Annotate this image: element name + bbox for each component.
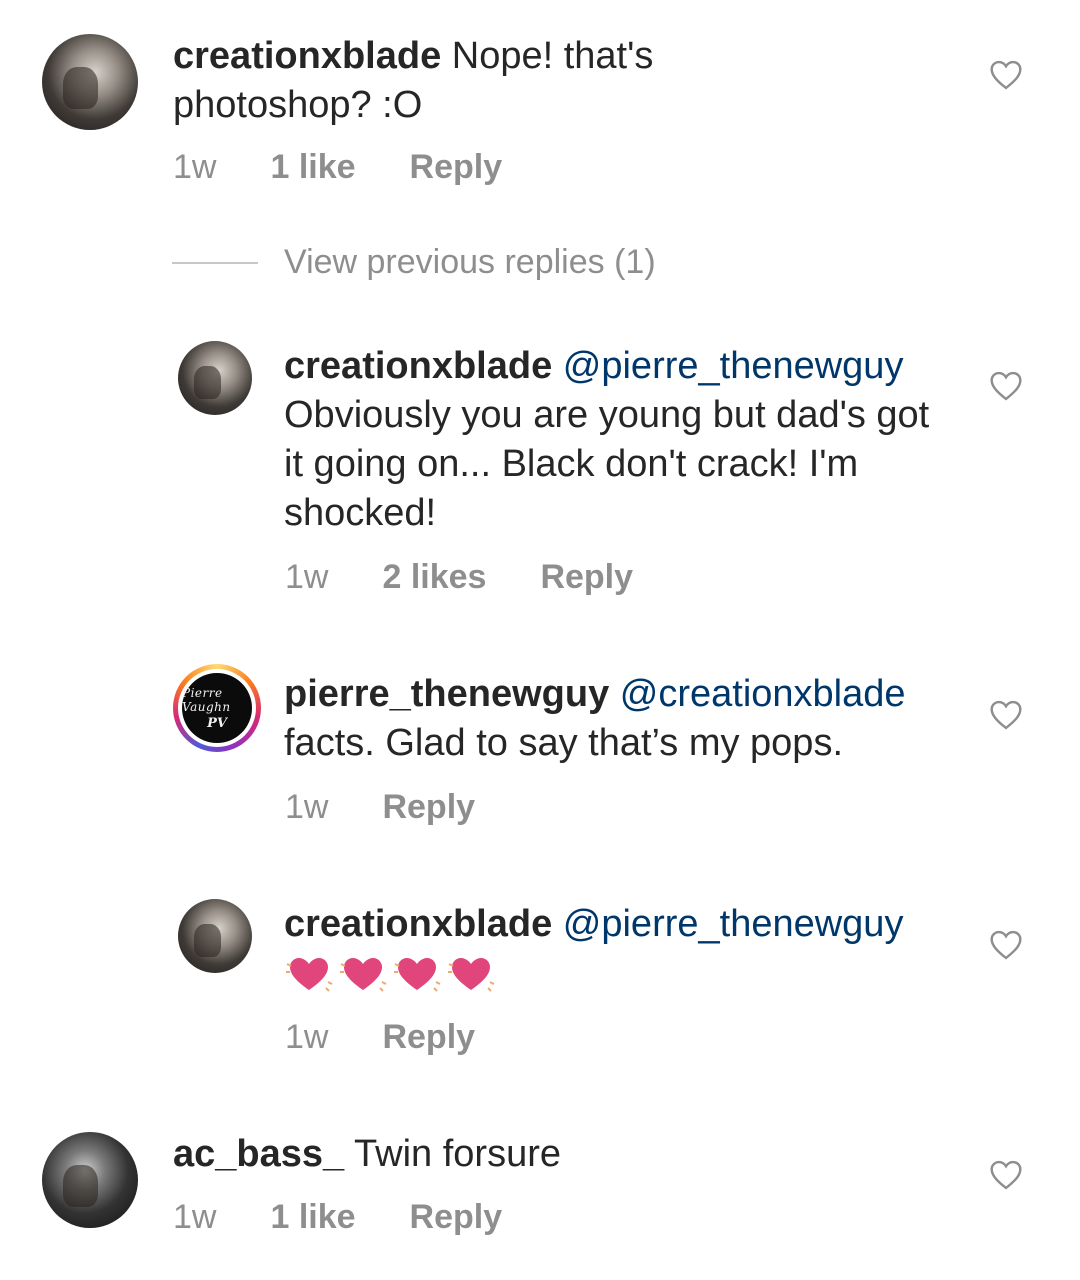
- reply-button[interactable]: Reply: [382, 788, 475, 827]
- avatar-signature: Pierre Vaughn: [182, 685, 231, 714]
- comment-likes[interactable]: 2 likes: [382, 558, 486, 597]
- avatar[interactable]: [42, 1132, 138, 1228]
- reply-button[interactable]: Reply: [382, 1018, 475, 1057]
- comment-body: facts. Glad to say that’s my pops.: [284, 722, 843, 764]
- avatar-story-ring[interactable]: Pierre Vaughn PV: [173, 664, 261, 752]
- comment-text: ac_bass_ Twin forsure: [173, 1130, 873, 1179]
- comment-username[interactable]: pierre_thenewguy: [284, 673, 609, 715]
- comment-meta: 1w 2 likes Reply: [285, 558, 633, 597]
- avatar[interactable]: [178, 341, 252, 415]
- comment-likes[interactable]: 1 like: [270, 1198, 355, 1237]
- comment-meta: 1w Reply: [285, 788, 475, 827]
- avatar[interactable]: [42, 34, 138, 130]
- beating-heart-emoji: [394, 958, 441, 992]
- comment-username[interactable]: ac_bass_: [173, 1133, 344, 1175]
- mention-link[interactable]: @creationxblade: [620, 673, 906, 715]
- avatar-logo: Pierre Vaughn PV: [182, 673, 252, 743]
- comment-username[interactable]: creationxblade: [173, 35, 441, 77]
- view-previous-replies[interactable]: View previous replies (1): [172, 243, 656, 282]
- mention-link[interactable]: @pierre_thenewguy: [563, 903, 904, 945]
- reply-button[interactable]: Reply: [410, 148, 503, 187]
- heart-outline-icon[interactable]: [989, 371, 1023, 401]
- avatar[interactable]: [178, 899, 252, 973]
- comment-age: 1w: [285, 558, 329, 596]
- reply-button[interactable]: Reply: [410, 1198, 503, 1237]
- heart-outline-icon[interactable]: [989, 1160, 1023, 1190]
- heart-outline-icon[interactable]: [989, 930, 1023, 960]
- comment-age: 1w: [285, 1018, 329, 1056]
- comment-meta: 1w Reply: [285, 1018, 475, 1057]
- comment-body: Twin forsure: [344, 1133, 561, 1175]
- beating-heart-emoji: [340, 958, 387, 992]
- heart-outline-icon[interactable]: [989, 700, 1023, 730]
- beating-heart-emoji: [286, 958, 333, 992]
- comment-age: 1w: [173, 148, 217, 186]
- comment-meta: 1w 1 like Reply: [173, 1198, 502, 1237]
- avatar-monogram: PV: [207, 715, 227, 731]
- comment-text: pierre_thenewguy @creationxblade facts. …: [284, 670, 964, 768]
- view-previous-replies-label: View previous replies (1): [284, 243, 656, 281]
- divider-line: [172, 261, 258, 264]
- comment-body: Obviously you are young but dad's got it…: [284, 394, 930, 534]
- comment-age: 1w: [173, 1198, 217, 1236]
- comment-meta: 1w 1 like Reply: [173, 148, 502, 187]
- mention-link[interactable]: @pierre_thenewguy: [563, 345, 904, 387]
- comment-username[interactable]: creationxblade: [284, 903, 552, 945]
- avatar-ring-gap: Pierre Vaughn PV: [178, 669, 256, 747]
- comment-text: creationxblade Nope! that's photoshop? :…: [173, 32, 733, 130]
- beating-heart-emoji: [448, 958, 495, 992]
- comment-text: creationxblade @pierre_thenewguy: [284, 900, 964, 949]
- comment-likes[interactable]: 1 like: [270, 148, 355, 187]
- comment-text: creationxblade @pierre_thenewguy Obvious…: [284, 342, 944, 538]
- emoji-hearts-row: [284, 952, 496, 996]
- comment-username[interactable]: creationxblade: [284, 345, 552, 387]
- comment-age: 1w: [285, 788, 329, 826]
- reply-button[interactable]: Reply: [540, 558, 633, 597]
- heart-outline-icon[interactable]: [989, 60, 1023, 90]
